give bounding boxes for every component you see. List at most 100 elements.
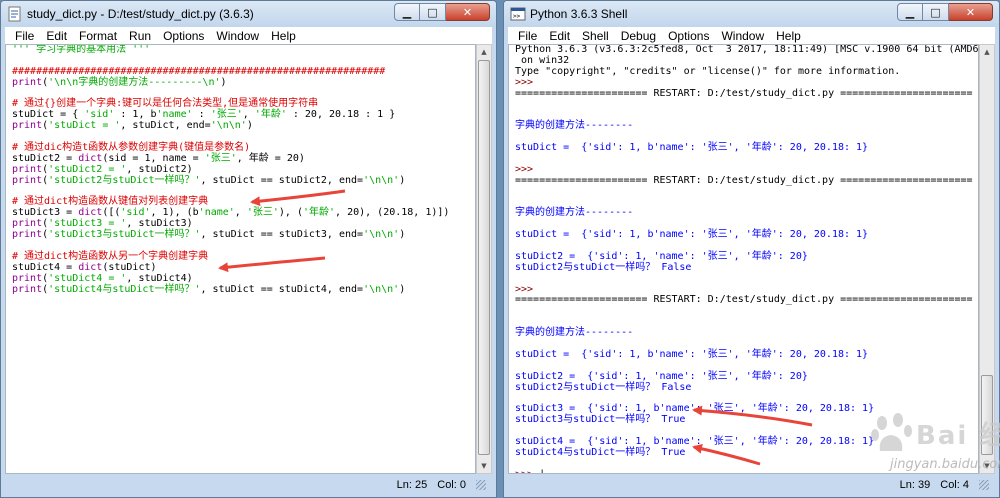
menu-edit[interactable]: Edit: [40, 29, 73, 43]
close-button[interactable]: ✕: [949, 3, 993, 21]
minimize-icon: ▁: [402, 5, 412, 19]
shell-line: stuDict2与stuDict一样吗？ False: [515, 381, 978, 394]
menu-window[interactable]: Window: [715, 29, 770, 43]
scroll-up-arrow-icon[interactable]: ▲: [980, 45, 994, 59]
code-token: '\n\n': [363, 283, 400, 295]
code-token: (sid = 1, name =: [102, 152, 205, 164]
code-token: '年龄': [254, 109, 287, 121]
menu-file[interactable]: File: [9, 29, 40, 43]
code-token: , stuDict3): [126, 218, 193, 230]
menu-edit[interactable]: Edit: [543, 29, 576, 43]
code-token: 'stuDict4 = ': [48, 272, 127, 284]
code-listing: ''' 学习字典的基本用法 ''' #######################…: [12, 45, 449, 295]
code-token: '年龄': [302, 207, 336, 219]
code-token: # 通过dict构造函数从另一个字典创建字典: [12, 250, 209, 262]
maximize-button[interactable]: □: [923, 3, 949, 21]
code-token: : 1, b: [114, 109, 157, 121]
code-token: , stuDict == stuDict2, end=: [200, 174, 364, 186]
code-token: 'stuDict4与stuDict一样吗？': [48, 283, 201, 295]
code-token: 字典的创建方法--------: [515, 207, 634, 219]
code-token: ): [246, 120, 253, 132]
code-token: >>>: [515, 76, 540, 88]
editor-titlebar[interactable]: study_dict.py - D:/test/study_dict.py (3…: [1, 1, 496, 27]
minimize-button[interactable]: ▁: [394, 3, 420, 21]
code-token: 'stuDict3与stuDict一样吗？': [48, 229, 201, 241]
python-shell-icon: >>: [510, 7, 526, 21]
code-line: print('\n\n字典的创建方法---------\n'): [12, 76, 449, 89]
code-token: # 通过{}创建一个字典:键可以是任何合法类型,但是通常使用字符串: [12, 98, 319, 110]
code-token: 'sid': [84, 109, 115, 121]
menu-options[interactable]: Options: [157, 29, 210, 43]
editor-window: study_dict.py - D:/test/study_dict.py (3…: [0, 0, 497, 498]
close-icon: ✕: [462, 5, 473, 19]
editor-text-area[interactable]: ''' 学习字典的基本用法 ''' #######################…: [5, 44, 476, 474]
code-token: Python 3.6.3 (v3.6.3:2c5fed8, Oct 3 2017…: [515, 44, 979, 55]
code-token: ====================== RESTART: D:/test/…: [515, 174, 973, 186]
menu-help[interactable]: Help: [265, 29, 302, 43]
code-token: '\n\n': [363, 174, 400, 186]
maximize-button[interactable]: □: [420, 3, 446, 21]
code-token: (stuDict): [102, 261, 157, 273]
menu-options[interactable]: Options: [662, 29, 715, 43]
code-token: , stuDict4): [126, 272, 193, 284]
code-token: # 通过dict构造函数从键值对列表创建字典: [12, 196, 209, 208]
close-button[interactable]: ✕: [446, 3, 490, 21]
code-line: print('stuDict4与stuDict一样吗？', stuDict ==…: [12, 283, 449, 296]
code-token: >>>: [515, 283, 540, 295]
code-token: '\n\n': [363, 229, 400, 241]
shell-line: 字典的创建方法--------: [515, 207, 978, 219]
idle-editor-icon: [8, 6, 21, 22]
code-token: stuDict = {'sid': 1, b'name': '张三', '年龄'…: [515, 229, 869, 241]
code-line: print('stuDict3与stuDict一样吗？', stuDict ==…: [12, 229, 449, 241]
maximize-icon: □: [427, 5, 438, 19]
code-line: print('stuDict2与stuDict一样吗？', stuDict ==…: [12, 174, 449, 187]
editor-title: study_dict.py - D:/test/study_dict.py (3…: [27, 7, 254, 21]
menu-debug[interactable]: Debug: [615, 29, 662, 43]
code-token: stuDict4与stuDict一样吗？ True: [515, 446, 686, 458]
menu-window[interactable]: Window: [210, 29, 265, 43]
code-token: stuDict4 =: [12, 261, 79, 273]
code-token: 'stuDict2 = ': [48, 163, 127, 175]
code-token: ): [220, 76, 227, 88]
editor-scrollbar[interactable]: ▲ ▼: [476, 44, 492, 474]
code-token: '张三': [210, 109, 243, 121]
menu-shell[interactable]: Shell: [576, 29, 615, 43]
code-token: stuDict2 = {'sid': 1, 'name': '张三', '年龄'…: [515, 370, 808, 382]
scroll-down-arrow-icon[interactable]: ▼: [477, 459, 491, 473]
line-number: Ln: 25: [396, 479, 428, 491]
code-token: stuDict3 =: [12, 207, 79, 219]
resize-grip-icon[interactable]: [476, 480, 486, 490]
code-token: Type "copyright", "credits" or "license(…: [515, 65, 901, 77]
code-token: '\n\n字典的创建方法---------\n': [48, 76, 221, 88]
code-token: # 通过dic构造t函数从参数创建字典(键值是参数名): [12, 142, 251, 154]
code-token: : 20, 20.18 : 1 }: [286, 109, 396, 121]
code-line: ''' 学习字典的基本用法 ''': [12, 45, 449, 56]
shell-menubar: File Edit Shell Debug Options Window Hel…: [508, 27, 995, 44]
code-token: ): [399, 229, 406, 241]
code-token: 字典的创建方法--------: [515, 120, 634, 132]
code-token: stuDict = {'sid': 1, b'name': '张三', '年龄'…: [515, 142, 869, 154]
menu-run[interactable]: Run: [123, 29, 157, 43]
code-token: print: [12, 174, 43, 186]
code-token: 'name': [198, 207, 235, 219]
shell-line: 字典的创建方法--------: [515, 120, 978, 132]
shell-line: stuDict2与stuDict一样吗？ False: [515, 262, 978, 274]
minimize-button[interactable]: ▁: [897, 3, 923, 21]
code-token: , stuDict2): [126, 163, 193, 175]
code-token: print: [12, 218, 43, 230]
menu-format[interactable]: Format: [73, 29, 123, 43]
code-line: print('stuDict = ', stuDict, end='\n\n'): [12, 120, 449, 132]
scroll-thumb[interactable]: [478, 60, 490, 455]
paw-logo-icon: [871, 413, 912, 451]
scroll-up-arrow-icon[interactable]: ▲: [477, 45, 491, 59]
code-token: stuDict2与stuDict一样吗？ False: [515, 381, 692, 393]
menu-help[interactable]: Help: [770, 29, 807, 43]
shell-line: stuDict = {'sid': 1, b'name': '张三', '年龄'…: [515, 349, 978, 361]
code-token: , 1), (b: [150, 207, 199, 219]
shell-titlebar[interactable]: >> Python 3.6.3 Shell ▁ □ ✕: [504, 1, 999, 27]
menu-file[interactable]: File: [512, 29, 543, 43]
